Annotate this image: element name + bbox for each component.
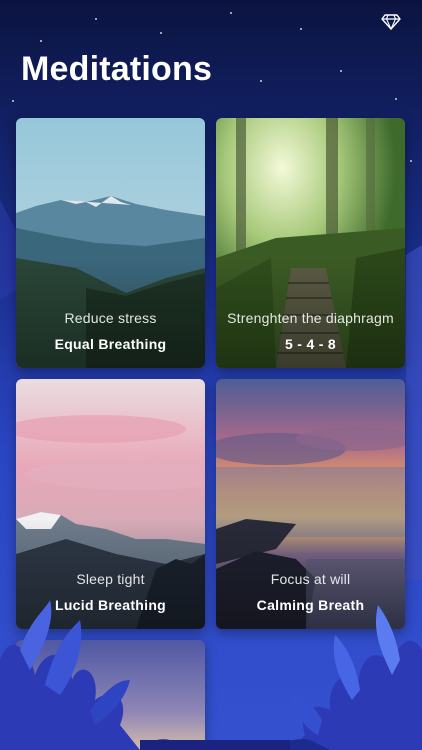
diamond-icon[interactable]	[380, 12, 402, 32]
dusk-sky-image	[16, 640, 205, 750]
header: Meditations	[0, 0, 422, 110]
meditation-card-dusk[interactable]	[16, 640, 205, 750]
card-title: Lucid Breathing	[54, 597, 167, 613]
card-subtitle: Sleep tight	[76, 571, 145, 587]
card-title: Calming Breath	[256, 597, 365, 613]
meditation-card-equal-breathing[interactable]: Reduce stress Equal Breathing	[16, 118, 205, 368]
card-subtitle: Reduce stress	[64, 310, 157, 326]
card-title: 5 - 4 - 8	[285, 336, 336, 352]
card-title: Equal Breathing	[54, 336, 167, 352]
page-title: Meditations	[21, 50, 213, 88]
card-subtitle: Strenghten the diaphragm	[227, 310, 394, 326]
meditation-card-lucid-breathing[interactable]: Sleep tight Lucid Breathing	[16, 379, 205, 629]
meditation-card-5-4-8[interactable]: Strenghten the diaphragm 5 - 4 - 8	[216, 118, 405, 368]
meditation-card-calming-breath[interactable]: Focus at will Calming Breath	[216, 379, 405, 629]
card-subtitle: Focus at will	[270, 571, 351, 587]
